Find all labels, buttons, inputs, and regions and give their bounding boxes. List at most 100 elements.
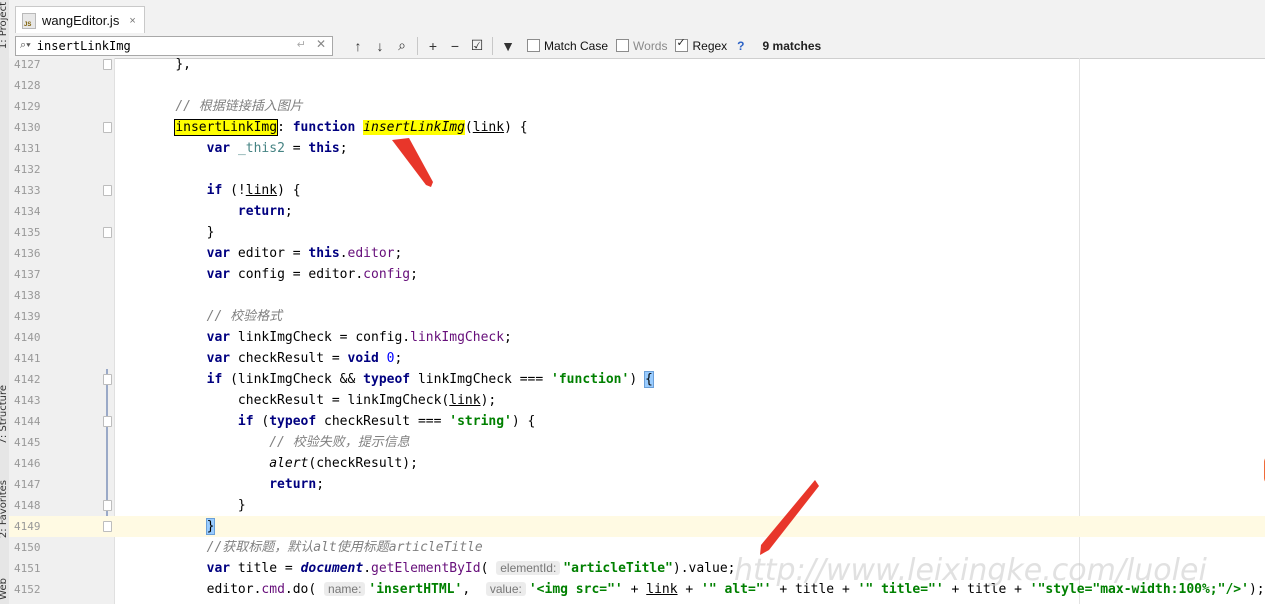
code-token: .do( bbox=[284, 582, 325, 597]
code-text: alert(checkResult); bbox=[144, 453, 418, 474]
toolbar-separator bbox=[492, 36, 493, 55]
code-line[interactable]: 4139 // 校验格式 bbox=[9, 306, 1265, 327]
fold-marker-icon[interactable] bbox=[103, 122, 112, 133]
code-text: checkResult = linkImgCheck(link); bbox=[144, 390, 496, 411]
code-line[interactable]: 4127 }, bbox=[9, 54, 1265, 75]
regex-checkbox[interactable] bbox=[675, 36, 689, 52]
code-line[interactable]: 4146 alert(checkResult); bbox=[9, 453, 1265, 474]
code-line[interactable]: 4137 var config = editor.config; bbox=[9, 264, 1265, 285]
code-text: if (linkImgCheck && typeof linkImgCheck … bbox=[144, 369, 654, 390]
code-token: + bbox=[677, 582, 702, 597]
line-number: 4139 bbox=[14, 310, 41, 323]
line-number: 4145 bbox=[14, 436, 41, 449]
code-line[interactable]: 4131 var _this2 = this; bbox=[9, 138, 1265, 159]
code-token: this bbox=[308, 141, 340, 156]
code-token: config = editor. bbox=[230, 267, 364, 282]
code-line[interactable]: 4134 return; bbox=[9, 201, 1265, 222]
code-line[interactable]: 4144 if (typeof checkResult === 'string'… bbox=[9, 411, 1265, 432]
code-token: , bbox=[462, 582, 486, 597]
watermark: http://www.leixingke.com/luolei bbox=[734, 553, 1207, 588]
code-line[interactable]: 4142 if (linkImgCheck && typeof linkImgC… bbox=[9, 369, 1265, 390]
code-text: var linkImgCheck = config.linkImgCheck; bbox=[144, 327, 512, 348]
filter-icon[interactable]: ▼ bbox=[497, 36, 519, 56]
code-line[interactable]: 4149 } bbox=[9, 516, 1265, 537]
code-token: checkResult === bbox=[316, 414, 450, 429]
code-line[interactable]: 4141 var checkResult = void 0; bbox=[9, 348, 1265, 369]
code-token: 'insertHTML' bbox=[368, 582, 463, 597]
fold-marker-icon[interactable] bbox=[103, 500, 112, 511]
code-line[interactable]: 4129 // 根据链接插入图片 bbox=[9, 96, 1265, 117]
code-token: linkImgCheck === bbox=[410, 372, 552, 387]
code-token: { bbox=[643, 371, 654, 388]
code-line[interactable]: 4136 var editor = this.editor; bbox=[9, 243, 1265, 264]
line-number: 4149 bbox=[14, 520, 41, 533]
code-text: insertLinkImg: function insertLinkImg(li… bbox=[144, 117, 528, 138]
fold-marker-icon[interactable] bbox=[103, 185, 112, 196]
code-line[interactable]: 4128 bbox=[9, 75, 1265, 96]
code-token: getElementById bbox=[371, 561, 481, 576]
code-token: ) { bbox=[511, 414, 536, 429]
line-number: 4137 bbox=[14, 268, 41, 281]
match-case-checkbox[interactable] bbox=[527, 39, 540, 52]
fold-marker-icon[interactable] bbox=[103, 227, 112, 238]
code-line[interactable]: 4130 insertLinkImg: function insertLinkI… bbox=[9, 117, 1265, 138]
fold-marker-icon[interactable] bbox=[103, 521, 112, 532]
code-line[interactable]: 4147 return; bbox=[9, 474, 1265, 495]
code-line[interactable]: 4145 // 校验失败，提示信息 bbox=[9, 432, 1265, 453]
clear-search-icon[interactable]: ✕ bbox=[316, 37, 326, 51]
search-input[interactable] bbox=[30, 37, 267, 54]
line-number: 4147 bbox=[14, 478, 41, 491]
code-line[interactable]: 4135 } bbox=[9, 222, 1265, 243]
web-tool-tab[interactable]: Web bbox=[0, 578, 9, 600]
editor-tab-bar: JS wangEditor.js × bbox=[9, 0, 1265, 34]
project-tool-tab[interactable]: 1: Project bbox=[0, 2, 9, 49]
words-option[interactable]: Words bbox=[616, 39, 667, 53]
parameter-hint: elementId: bbox=[496, 561, 561, 575]
previous-occurrence-icon[interactable]: ↑ bbox=[347, 36, 369, 56]
code-text: // 校验格式 bbox=[144, 306, 282, 327]
code-text: var editor = this.editor; bbox=[144, 243, 403, 264]
add-occurrence-icon[interactable]: + bbox=[422, 36, 444, 56]
code-line[interactable]: 4138 bbox=[9, 285, 1265, 306]
regex-option[interactable]: Regex bbox=[675, 36, 728, 53]
code-token: ; bbox=[284, 204, 293, 219]
code-token: ( bbox=[480, 561, 497, 576]
code-line[interactable]: 4148 } bbox=[9, 495, 1265, 516]
words-checkbox[interactable] bbox=[616, 39, 630, 52]
code-line[interactable]: 4132 bbox=[9, 159, 1265, 180]
regex-help-link[interactable]: ? bbox=[737, 39, 744, 53]
find-all-icon[interactable]: ⌕ bbox=[391, 36, 413, 56]
fold-marker-icon[interactable] bbox=[103, 374, 112, 385]
next-occurrence-icon[interactable]: ↓ bbox=[369, 36, 391, 56]
structure-tool-tab[interactable]: 7: Structure bbox=[0, 385, 9, 444]
close-tab-icon[interactable]: × bbox=[129, 15, 135, 27]
line-number: 4135 bbox=[14, 226, 41, 239]
regex-label: Regex bbox=[692, 38, 728, 53]
match-case-option[interactable]: Match Case bbox=[527, 39, 608, 53]
code-token: var bbox=[206, 561, 231, 576]
line-number: 4129 bbox=[14, 100, 41, 113]
remove-occurrence-icon[interactable]: − bbox=[444, 36, 466, 56]
code-token: function bbox=[292, 120, 356, 135]
code-editor[interactable]: 4127 }, 4128 4129 // 根据链接插入图片 4130 insertLi… bbox=[9, 57, 1265, 604]
fold-marker-icon[interactable] bbox=[103, 416, 112, 427]
code-token: : bbox=[277, 120, 293, 135]
parameter-hint: value: bbox=[485, 582, 526, 596]
file-tab-label: wangEditor.js bbox=[42, 13, 120, 28]
code-line[interactable]: 4140 var linkImgCheck = config.linkImgCh… bbox=[9, 327, 1265, 348]
line-number: 4152 bbox=[14, 583, 41, 596]
select-all-occurrences-icon[interactable]: ☑ bbox=[466, 36, 488, 56]
file-tab-wangeditor[interactable]: JS wangEditor.js × bbox=[15, 6, 145, 34]
new-line-icon[interactable]: ↵ bbox=[297, 38, 306, 51]
search-icon[interactable]: ⌕▾ bbox=[20, 39, 31, 52]
code-token: ); bbox=[1248, 582, 1265, 597]
code-token: void bbox=[347, 351, 379, 366]
code-token: ) { bbox=[504, 120, 528, 135]
code-line[interactable]: 4143 checkResult = linkImgCheck(link); bbox=[9, 390, 1265, 411]
line-number: 4144 bbox=[14, 415, 41, 428]
fold-marker-icon[interactable] bbox=[103, 59, 112, 70]
code-text: //获取标题，默认alt使用标题articleTitle bbox=[144, 537, 483, 558]
favorites-tool-tab[interactable]: 2: Favorites bbox=[0, 480, 9, 538]
code-line[interactable]: 4133 if (!link) { bbox=[9, 180, 1265, 201]
